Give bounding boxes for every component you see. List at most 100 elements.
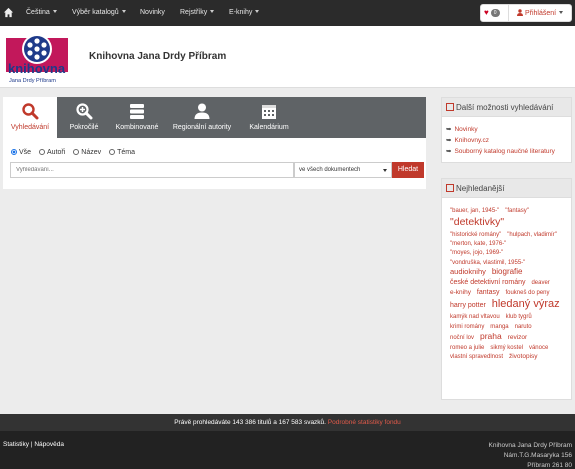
- popular-tag[interactable]: "moyes, jojo, 1969-": [450, 250, 503, 256]
- login-button[interactable]: Přihlášení: [517, 9, 564, 17]
- popular-tag[interactable]: romeo a julie: [450, 345, 484, 351]
- popular-tag[interactable]: "merton, kate, 1976-": [450, 241, 506, 247]
- popular-tag[interactable]: "detektivky": [450, 216, 504, 228]
- address-line: Příbram 261 80: [527, 462, 572, 469]
- search-scope-select[interactable]: ve všech dokumentech: [294, 162, 392, 178]
- search-type-radios: Vše Autoři Název Téma: [11, 149, 141, 156]
- link-novinky[interactable]: ➥ Novinky: [446, 125, 567, 133]
- popular-tag[interactable]: hledaný výraz: [492, 298, 560, 310]
- popular-tag[interactable]: harry potter: [450, 302, 486, 309]
- popular-tag[interactable]: "vondruška, vlastimil, 1955-": [450, 260, 525, 266]
- link-knihovny-cz[interactable]: ➥ Knihovny.cz: [446, 136, 567, 144]
- collection-status-bar: Právě prohledáváte 143 386 titulů a 167 …: [0, 414, 575, 431]
- link-label: Novinky: [454, 126, 478, 133]
- favorites-button[interactable]: ♥ 0: [484, 8, 500, 17]
- user-icon: [517, 9, 523, 16]
- tab-regional-authorities[interactable]: Regionální autority: [163, 97, 241, 138]
- tab-basic-search[interactable]: Vyhledávání: [3, 97, 57, 138]
- chevron-down-icon: [52, 10, 57, 13]
- popular-tag[interactable]: noční lov: [450, 335, 474, 341]
- zoom-plus-icon: [76, 103, 93, 120]
- popular-tag[interactable]: fantasy: [477, 289, 500, 296]
- calendar-icon: [262, 105, 276, 119]
- favorites-count-badge: 0: [490, 9, 500, 17]
- login-label: Přihlášení: [524, 10, 557, 17]
- radio-subject[interactable]: Téma: [109, 149, 135, 156]
- popular-tag[interactable]: revizor: [508, 334, 528, 341]
- panel-title: Další možnosti vyhledávání: [456, 103, 554, 112]
- radio-label: Téma: [117, 149, 135, 156]
- popular-tag[interactable]: audioknihy: [450, 267, 486, 276]
- search-button[interactable]: Hledat: [392, 162, 424, 178]
- radio-title[interactable]: Název: [73, 149, 101, 156]
- nav-ebooks[interactable]: E-knihy: [229, 9, 260, 16]
- popular-tag[interactable]: naruto: [515, 324, 532, 330]
- popular-tag[interactable]: kamýk nad vltavou: [450, 314, 500, 320]
- radio-all[interactable]: Vše: [11, 149, 31, 156]
- radio-dot[interactable]: [39, 149, 46, 155]
- library-logo[interactable]: knihovna Jana Drdy Příbram: [6, 32, 68, 84]
- popular-tag[interactable]: vánoce: [529, 345, 548, 351]
- tab-calendar[interactable]: Kalendárium: [241, 97, 297, 138]
- popular-tag[interactable]: klub tygrů: [506, 314, 532, 320]
- popular-tag[interactable]: e-knihy: [450, 289, 471, 296]
- tab-label: Pokročilé: [69, 124, 99, 131]
- nav-novinky[interactable]: Novinky: [140, 9, 165, 16]
- search-row: ve všech dokumentech Hledat: [10, 162, 424, 178]
- user-icon: [194, 103, 210, 119]
- most-searched-panel: Nejhledanější "bauer, jan, 1945-" "fanta…: [441, 178, 572, 400]
- popular-tag[interactable]: sikmý kostel: [490, 345, 523, 351]
- logo-subtext: Jana Drdy Příbram: [9, 78, 56, 84]
- popular-tag[interactable]: deaver: [531, 280, 549, 286]
- tab-combined-search[interactable]: Kombinované: [111, 97, 163, 138]
- radio-dot[interactable]: [73, 149, 80, 155]
- chevron-down-icon: [121, 10, 126, 13]
- radio-dot[interactable]: [11, 149, 17, 155]
- panel-title: Nejhledanější: [456, 184, 505, 193]
- popular-tag[interactable]: "historické romány": [450, 232, 501, 238]
- popular-tag[interactable]: "fantasy": [505, 208, 529, 214]
- divider: [508, 5, 509, 21]
- nav-ebooks-label: E-knihy: [229, 9, 253, 16]
- nav-indexes[interactable]: Rejstříky: [180, 9, 215, 16]
- popular-tag[interactable]: "hulpach, vladimír": [507, 232, 557, 238]
- more-links-list: ➥ Novinky ➥ Knihovny.cz ➥ Souborný katalog …: [442, 117, 571, 166]
- panel-header: Nejhledanější: [442, 179, 571, 198]
- radio-dot[interactable]: [109, 149, 116, 155]
- link-souborny-katalog[interactable]: ➥ Souborný katalog naučné literatury: [446, 147, 567, 155]
- home-icon[interactable]: [3, 7, 14, 18]
- chevron-down-icon: [383, 169, 387, 172]
- footer-separator: |: [30, 441, 33, 448]
- stats-link[interactable]: Podrobné statistiky fondu: [328, 419, 401, 426]
- nav-language[interactable]: Čeština: [26, 9, 57, 16]
- popular-tag[interactable]: praha: [480, 331, 502, 341]
- top-navbar: Čeština Výběr katalogů Novinky Rejstříky…: [0, 0, 575, 26]
- more-search-options-panel: Další možnosti vyhledávání ➥ Novinky ➥ Kni…: [441, 97, 572, 163]
- popular-tag[interactable]: české detektivní romány: [450, 279, 525, 286]
- address-line: Nám.T.G.Masaryka 156: [503, 452, 572, 459]
- nav-indexes-label: Rejstříky: [180, 9, 208, 16]
- search-scope-value: ve všech dokumentech: [299, 167, 361, 173]
- popular-tag[interactable]: manga: [490, 324, 508, 330]
- nav-catalog-select[interactable]: Výběr katalogů: [72, 9, 126, 16]
- arrow-right-icon: ➥: [446, 137, 452, 144]
- expand-icon: [446, 103, 454, 111]
- footer-link-statistics[interactable]: Statistiky: [3, 441, 29, 448]
- radio-authors[interactable]: Autoři: [39, 149, 65, 156]
- popular-tag[interactable]: životopisy: [509, 353, 538, 360]
- popular-tag[interactable]: vlastní spravedlnost: [450, 354, 503, 360]
- footer-link-help[interactable]: Nápověda: [34, 441, 64, 448]
- search-icon: [22, 103, 39, 120]
- panel-header: Další možnosti vyhledávání: [442, 98, 571, 117]
- search-input[interactable]: [10, 162, 294, 178]
- popular-tag[interactable]: foukneš do peny: [505, 290, 549, 296]
- address-line: Knihovna Jana Drdy Příbram: [488, 442, 572, 449]
- popular-tag[interactable]: krimi romány: [450, 324, 484, 330]
- status-text: Právě prohledáváte 143 386 titulů a 167 …: [174, 419, 326, 426]
- nav-catalog-label: Výběr katalogů: [72, 9, 119, 16]
- search-tabs: Vyhledávání Pokročilé Kombinované Region…: [3, 97, 426, 138]
- popular-tag[interactable]: "bauer, jan, 1945-": [450, 208, 499, 214]
- footer-links: Statistiky | Nápověda: [3, 441, 64, 448]
- tab-advanced-search[interactable]: Pokročilé: [57, 97, 111, 138]
- popular-tag[interactable]: biografie: [492, 267, 523, 276]
